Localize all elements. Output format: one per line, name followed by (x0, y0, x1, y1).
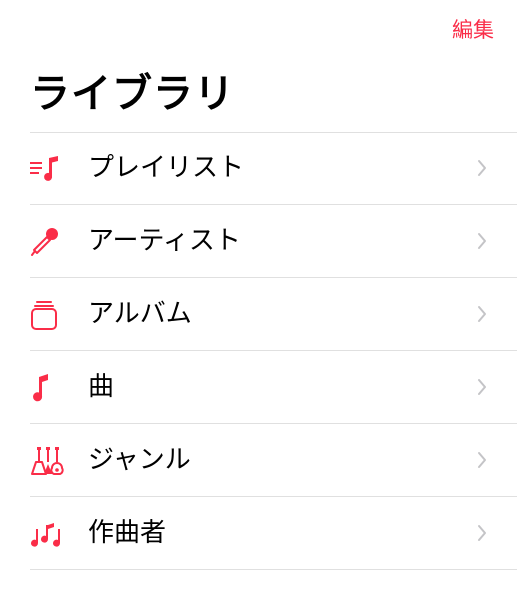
library-item-songs[interactable]: 曲 (0, 351, 517, 424)
page-title: ライブラリ (30, 71, 235, 117)
library-list: プレイリスト アーティスト アルバム 曲 ジャンル 作曲者 (0, 132, 517, 570)
library-item-label: アーティスト (88, 226, 241, 256)
music-note-icon (30, 373, 66, 403)
library-item-artists[interactable]: アーティスト (0, 205, 517, 278)
chevron-right-icon (478, 379, 486, 395)
navigation-bar: 編集 (0, 0, 517, 60)
chevron-right-icon (478, 160, 486, 176)
chevron-right-icon (478, 306, 486, 322)
row-divider (30, 569, 517, 570)
library-item-label: プレイリスト (88, 153, 245, 183)
library-item-albums[interactable]: アルバム (0, 278, 517, 351)
library-item-label: アルバム (88, 299, 192, 329)
composer-notes-icon (30, 519, 66, 549)
library-item-composers[interactable]: 作曲者 (0, 497, 517, 570)
chevron-right-icon (478, 525, 486, 541)
playlist-icon (30, 154, 66, 184)
chevron-right-icon (478, 452, 486, 468)
chevron-right-icon (478, 233, 486, 249)
album-icon (30, 300, 66, 330)
library-item-playlists[interactable]: プレイリスト (0, 132, 517, 205)
edit-button[interactable]: 編集 (452, 16, 494, 44)
microphone-icon (30, 227, 66, 257)
library-item-genres[interactable]: ジャンル (0, 424, 517, 497)
guitars-icon (30, 446, 66, 476)
library-item-label: ジャンル (88, 445, 191, 475)
library-item-label: 作曲者 (88, 518, 167, 548)
library-item-label: 曲 (88, 372, 115, 402)
